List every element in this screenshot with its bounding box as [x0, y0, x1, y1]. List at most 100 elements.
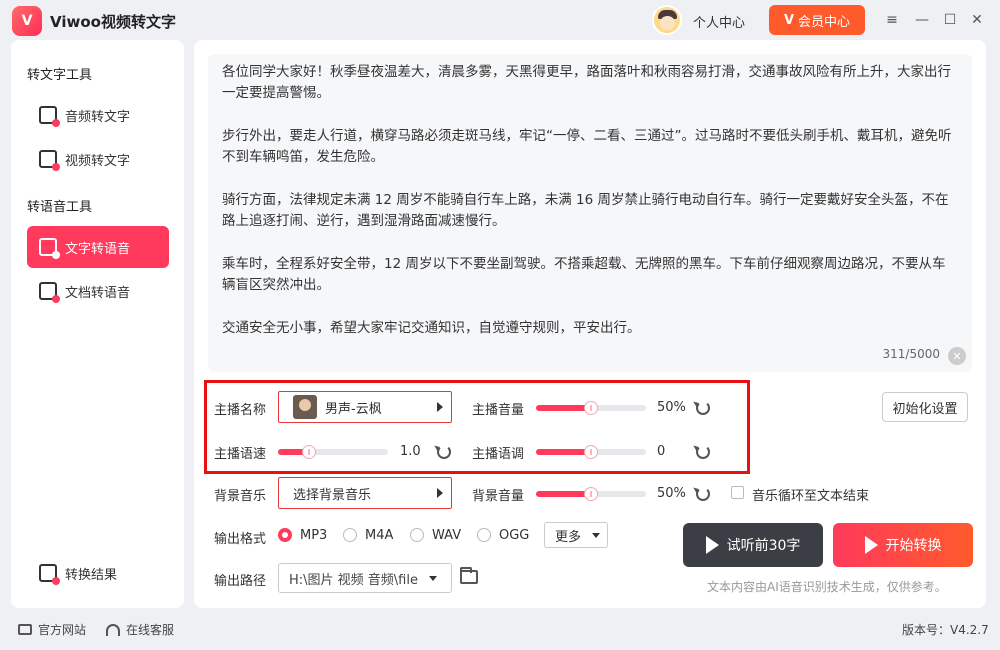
sidebar-item-label: 文档转语音 [65, 285, 131, 301]
init-settings-button[interactable]: 初始化设置 [882, 392, 968, 422]
online-support-label: 在线客服 [126, 623, 175, 637]
text-paragraph: 步行外出，要走人行道，横穿马路必须走斑马线，牢记“一停、二看、三通过”。过马路时… [222, 128, 952, 165]
anchor-speed-slider[interactable] [278, 445, 388, 459]
preview-label: 试听前30字 [726, 538, 801, 554]
reset-speed-icon[interactable] [437, 445, 451, 459]
slider-knob[interactable] [584, 487, 598, 501]
vip-icon: V [783, 12, 795, 28]
format-radio-wav[interactable] [410, 528, 424, 542]
text-to-speech-icon [39, 238, 60, 259]
anchor-speed-label: 主播语速 [214, 447, 267, 462]
monitor-icon [18, 624, 32, 635]
bg-volume-value: 50% [657, 486, 686, 501]
user-avatar[interactable] [652, 5, 682, 35]
slider-knob[interactable] [584, 401, 598, 415]
start-convert-label: 开始转换 [885, 538, 942, 554]
sidebar-item-document-to-speech[interactable]: 文档转语音 [27, 270, 169, 312]
ai-disclaimer: 文本内容由AI语音识别技术生成，仅供参考。 [707, 580, 947, 594]
text-paragraph: 乘车时，全程系好安全带，12 周岁以下不要坐副驾驶。不搭乘超载、无牌照的黑车。下… [222, 256, 946, 293]
title-bar: V Viwoo视频转文字 个人中心 V 会员中心 ≡ — ☐ ✕ [0, 0, 1000, 40]
sidebar-item-results[interactable]: 转换结果 [27, 552, 169, 594]
sidebar-item-label: 文字转语音 [65, 241, 131, 257]
text-paragraph: 交通安全无小事，希望大家牢记交通知识，自觉遵守规则，平安出行。 [222, 320, 641, 336]
app-logo-icon: V [12, 6, 42, 36]
format-radio-ogg[interactable] [477, 528, 491, 542]
close-icon[interactable]: ✕ [967, 10, 987, 30]
preview-button[interactable]: 试听前30字 [683, 523, 823, 567]
text-paragraph: 各位同学大家好！秋季昼夜温差大，清晨多雾，天黑得更早，路面落叶和秋雨容易打滑，交… [222, 64, 951, 101]
document-to-speech-icon [39, 282, 60, 303]
more-formats-select[interactable]: 更多 [544, 522, 608, 548]
char-count: 311/5000 [882, 347, 941, 361]
bg-music-value: 选择背景音乐 [293, 487, 372, 503]
anchor-voice-select[interactable]: 男声-云枫 [278, 391, 452, 423]
bg-volume-label: 背景音量 [472, 489, 525, 504]
format-radio-m4a[interactable] [343, 528, 357, 542]
reset-volume-icon[interactable] [696, 401, 710, 415]
official-website-link[interactable]: 官方网站 [18, 621, 86, 638]
sidebar-item-video-to-text[interactable]: 视频转文字 [27, 138, 169, 180]
version-label: 版本号：V4.2.7 [902, 623, 989, 637]
anchor-pitch-slider[interactable] [536, 445, 646, 459]
text-paragraph: 骑行方面，法律规定未满 12 周岁不能骑自行车上路，未满 16 周岁禁止骑行电动… [222, 192, 949, 229]
maximize-icon[interactable]: ☐ [940, 10, 960, 30]
play-icon [864, 536, 878, 554]
anchor-volume-label: 主播音量 [472, 403, 525, 418]
anchor-voice-value: 男声-云枫 [325, 401, 382, 417]
bg-volume-slider[interactable] [536, 487, 646, 501]
sidebar-item-audio-to-text[interactable]: 音频转文字 [27, 94, 169, 136]
audio-to-text-icon [39, 106, 60, 127]
folder-icon[interactable] [460, 567, 478, 584]
sidebar-item-label: 转换结果 [65, 567, 118, 583]
vip-label: 会员中心 [798, 14, 851, 30]
slider-knob[interactable] [301, 445, 316, 459]
format-label-m4a: M4A [365, 528, 394, 543]
output-path-value: H:\图片 视频 音频\file [289, 572, 418, 588]
start-convert-button[interactable]: 开始转换 [833, 523, 973, 567]
reset-pitch-icon[interactable] [696, 445, 710, 459]
output-format-label: 输出格式 [214, 532, 267, 547]
loop-music-label: 音乐循环至文本结束 [752, 489, 870, 504]
sidebar: 转文字工具 音频转文字 视频转文字 转语音工具 文字转语音 文档转语音 转换结果 [11, 40, 184, 608]
sidebar-item-label: 音频转文字 [65, 109, 131, 125]
online-support-link[interactable]: 在线客服 [106, 621, 174, 638]
chevron-down-icon [429, 576, 437, 581]
chevron-down-icon [592, 533, 600, 538]
minimize-icon[interactable]: — [912, 10, 932, 30]
menu-icon[interactable]: ≡ [882, 10, 902, 30]
bg-music-select[interactable]: 选择背景音乐 [278, 477, 452, 509]
format-label-ogg: OGG [499, 528, 530, 543]
headset-icon [106, 623, 120, 636]
sidebar-item-text-to-speech[interactable]: 文字转语音 [27, 226, 169, 268]
anchor-pitch-value: 0 [657, 444, 666, 459]
reset-bg-volume-icon[interactable] [696, 487, 710, 501]
more-formats-label: 更多 [555, 529, 582, 545]
anchor-speed-value: 1.0 [400, 444, 421, 459]
vip-center-button[interactable]: V 会员中心 [769, 5, 865, 35]
official-website-label: 官方网站 [38, 623, 87, 637]
caret-right-icon [437, 402, 443, 412]
slider-knob[interactable] [584, 445, 598, 459]
format-radio-mp3[interactable] [278, 528, 292, 542]
sidebar-group-to-text: 转文字工具 [27, 68, 93, 83]
video-to-text-icon [39, 150, 60, 171]
anchor-volume-value: 50% [657, 400, 686, 415]
clear-text-icon[interactable]: ✕ [948, 347, 966, 365]
caret-right-icon [437, 488, 443, 498]
sidebar-item-label: 视频转文字 [65, 153, 131, 169]
results-icon [39, 564, 60, 585]
anchor-pitch-label: 主播语调 [472, 447, 525, 462]
app-title: Viwoo视频转文字 [50, 13, 176, 31]
voice-avatar-icon [293, 395, 317, 419]
loop-music-checkbox[interactable] [731, 486, 744, 499]
output-path-select[interactable]: H:\图片 视频 音频\file [278, 563, 452, 593]
anchor-name-label: 主播名称 [214, 403, 267, 418]
output-path-label: 输出路径 [214, 574, 267, 589]
anchor-volume-slider[interactable] [536, 401, 646, 415]
sidebar-group-to-speech: 转语音工具 [27, 200, 93, 215]
text-input-area[interactable]: 各位同学大家好！秋季昼夜温差大，清晨多雾，天黑得更早，路面落叶和秋雨容易打滑，交… [208, 54, 972, 372]
play-icon [705, 536, 719, 554]
personal-center-link[interactable]: 个人中心 [693, 12, 745, 31]
format-label-wav: WAV [432, 528, 462, 543]
bg-music-label: 背景音乐 [214, 489, 267, 504]
